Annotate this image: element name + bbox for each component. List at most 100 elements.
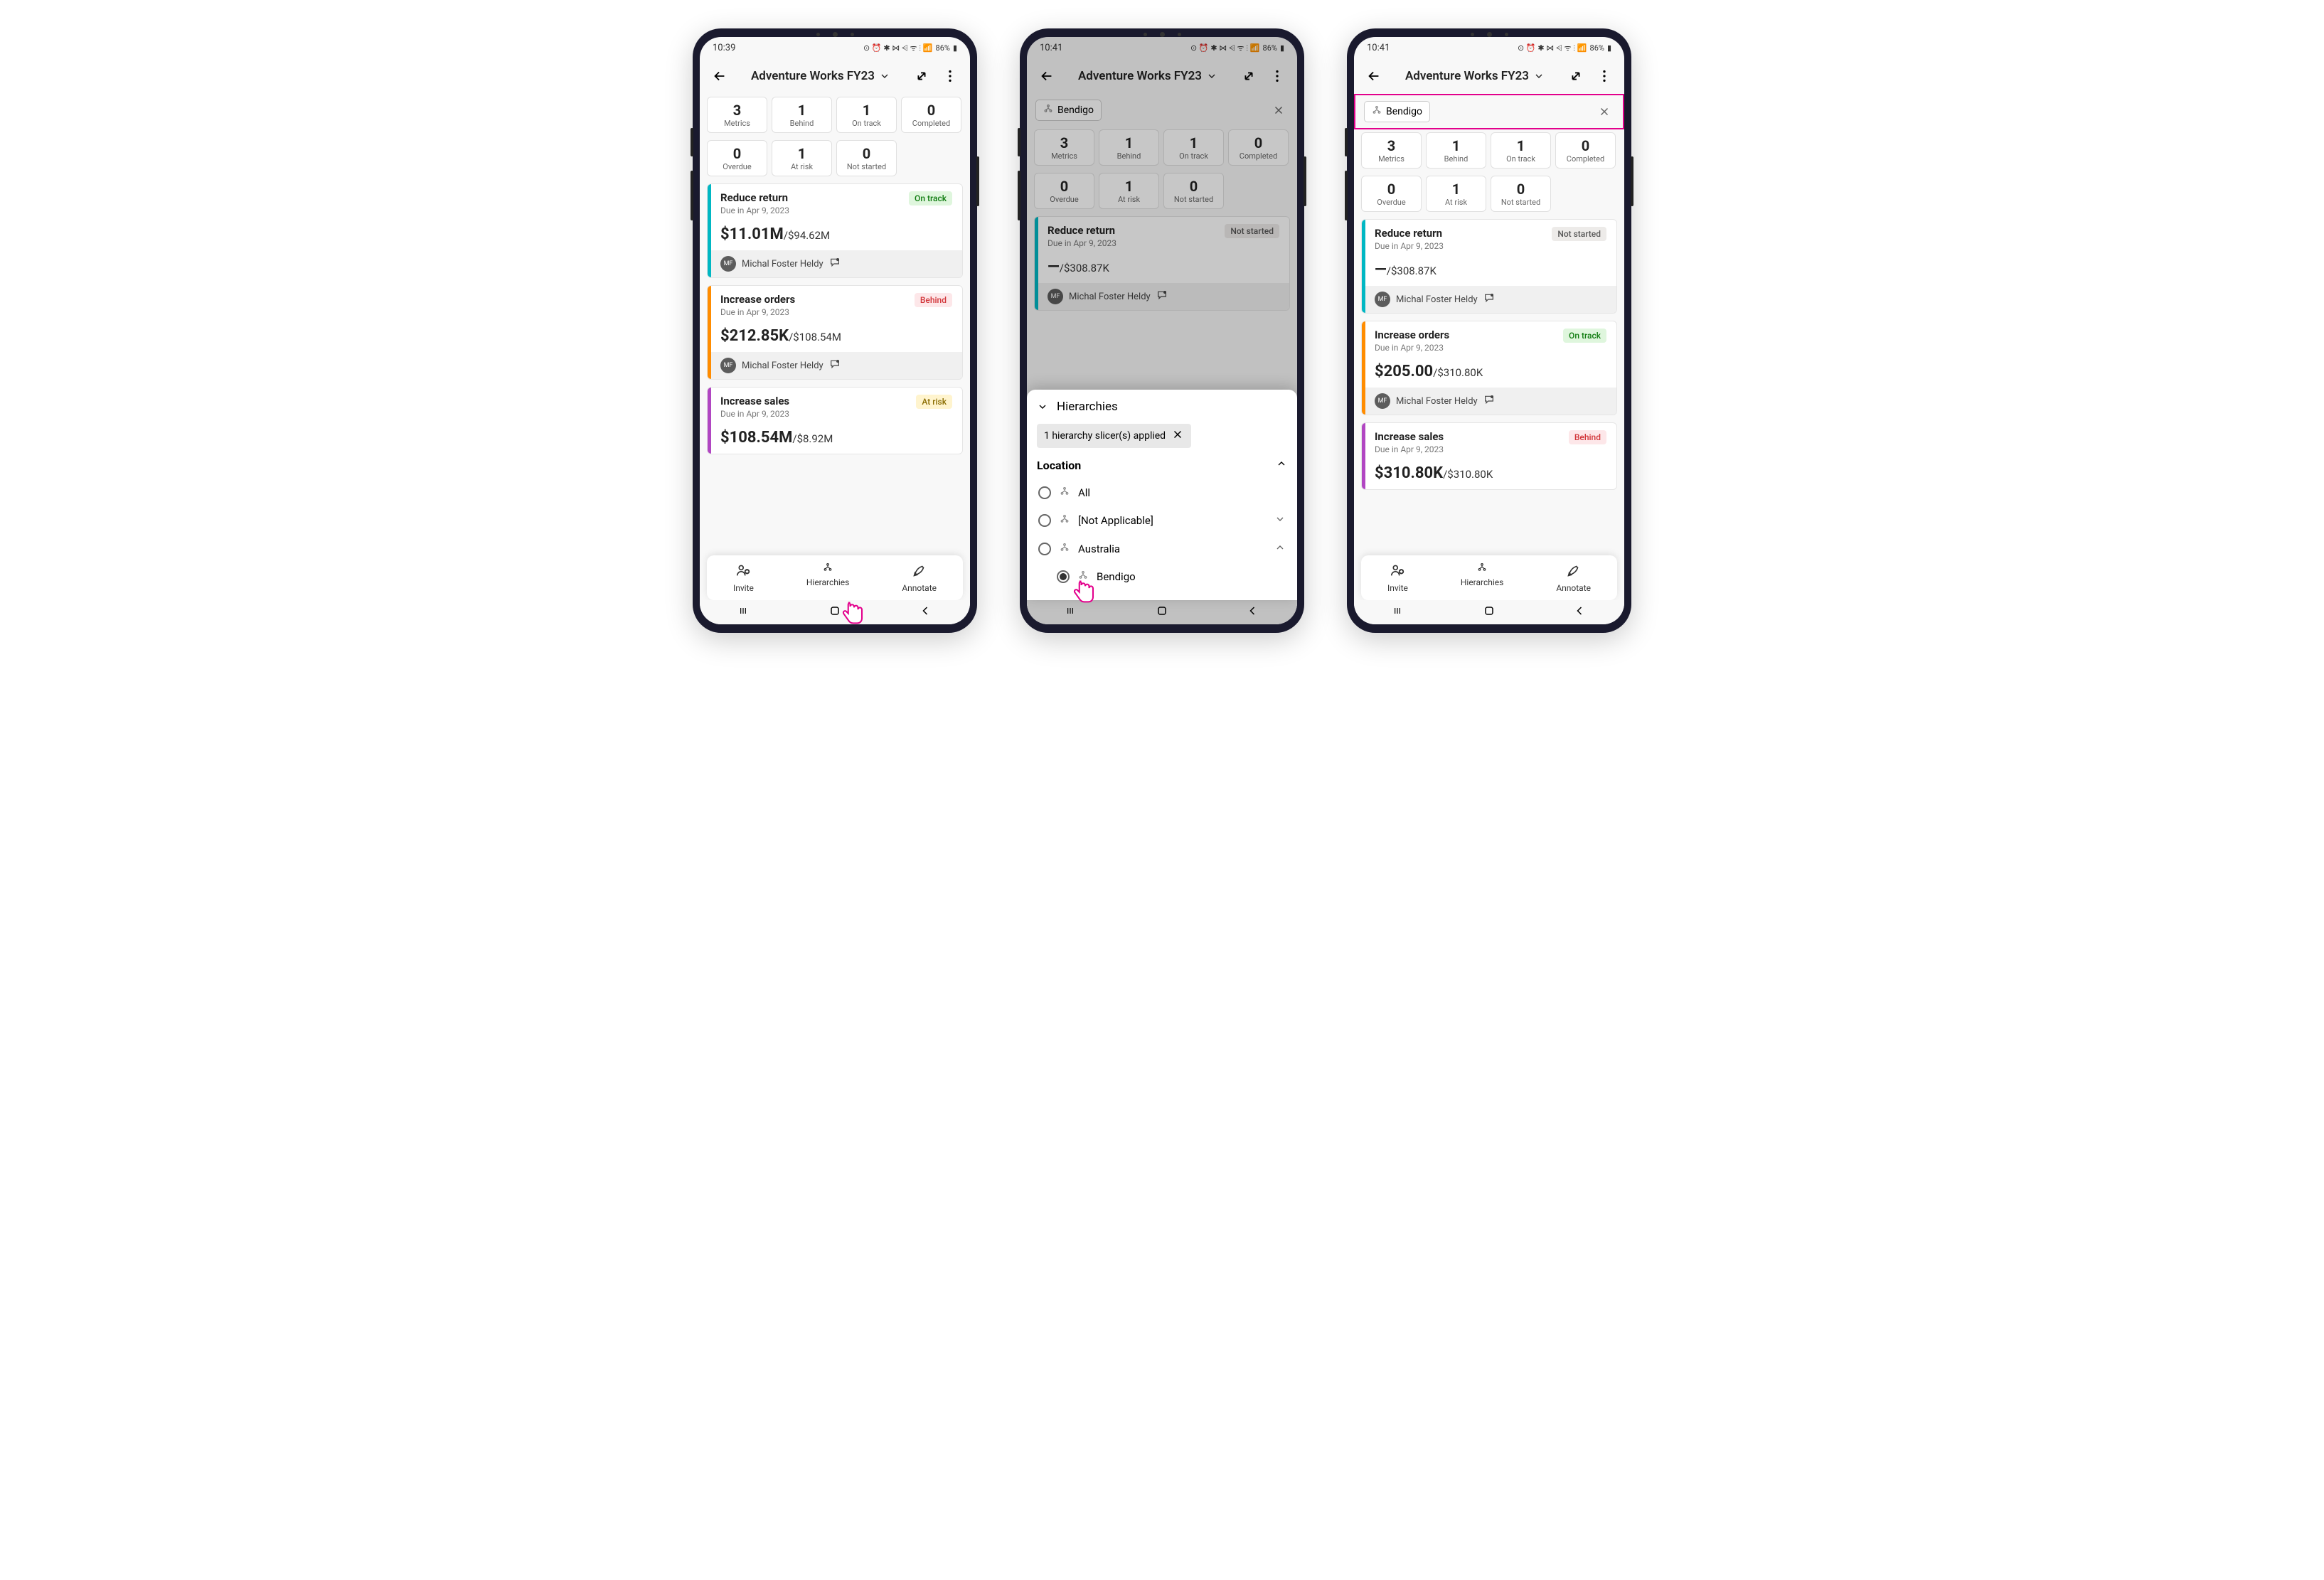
android-nav-bar: [700, 600, 970, 624]
nav-home-button[interactable]: [1482, 604, 1496, 621]
more-button[interactable]: [1594, 66, 1614, 86]
hierarchy-icon: [823, 562, 833, 575]
metric-card[interactable]: Increase sales Due in Apr 9, 2023 Behind…: [1361, 422, 1617, 490]
stat-card[interactable]: 1 At risk: [1426, 176, 1486, 212]
comment-icon[interactable]: [1483, 394, 1495, 408]
status-stripe: [1362, 423, 1365, 489]
metric-card[interactable]: Increase orders Due in Apr 9, 2023 On tr…: [1361, 321, 1617, 415]
stat-label: On track: [1494, 154, 1547, 164]
content-area: 3 Metrics1 Behind1 On track0 Completed0 …: [1354, 129, 1624, 624]
bottom-action-bar: Invite Hierarchies Annotate: [707, 555, 963, 600]
annotate-icon: [1566, 562, 1582, 580]
filter-chip[interactable]: Bendigo: [1364, 101, 1430, 122]
clear-filter-button[interactable]: [1594, 102, 1614, 122]
stat-card[interactable]: 1 On track: [1491, 132, 1551, 169]
stat-card[interactable]: 1 On track: [836, 97, 897, 133]
stat-card[interactable]: 0 Not started: [836, 140, 897, 176]
expand-button[interactable]: [1566, 66, 1586, 86]
stat-number: 0: [710, 145, 764, 162]
hierarchies-sheet: Hierarchies 1 hierarchy slicer(s) applie…: [1027, 390, 1297, 600]
hierarchies-button[interactable]: Hierarchies: [1461, 562, 1504, 593]
nav-back-button[interactable]: [1572, 604, 1587, 621]
stat-number: 3: [1365, 137, 1418, 154]
stat-number: 0: [840, 145, 893, 162]
metric-title: Increase sales: [1375, 430, 1444, 443]
stat-label: On track: [840, 119, 893, 128]
stat-number: 1: [1429, 137, 1483, 154]
metric-title: Reduce return: [1375, 227, 1444, 240]
radio-button[interactable]: [1038, 514, 1051, 527]
more-button[interactable]: [940, 66, 960, 86]
metric-value: $11.01M/$94.62M: [720, 225, 952, 243]
stat-card[interactable]: 1 Behind: [772, 97, 832, 133]
expand-button[interactable]: [912, 66, 932, 86]
avatar: MF: [1375, 393, 1390, 409]
stat-number: 0: [905, 102, 958, 119]
chevron-up-icon[interactable]: [1274, 542, 1286, 556]
status-icons: ⊙ ⏰ ✱ ⋈ ⩤ ᯤ ⫶ 📶 86% ▮: [1518, 43, 1611, 53]
nav-back-button[interactable]: [918, 604, 932, 621]
comment-icon[interactable]: [1483, 292, 1495, 306]
radio-button[interactable]: [1038, 543, 1051, 555]
invite-button[interactable]: Invite: [1387, 562, 1408, 593]
stat-card[interactable]: 0 Overdue: [1361, 176, 1422, 212]
sheet-header[interactable]: Hierarchies: [1037, 400, 1287, 414]
back-button[interactable]: [710, 66, 730, 86]
metric-footer: MF Michal Foster Heldy: [708, 352, 962, 379]
nav-home-button[interactable]: [828, 604, 842, 621]
radio-button[interactable]: [1038, 486, 1051, 499]
metric-due: Due in Apr 9, 2023: [1375, 444, 1444, 454]
metric-title: Increase orders: [1375, 329, 1449, 341]
hierarchy-option[interactable]: All: [1037, 479, 1287, 506]
status-stripe: [708, 286, 711, 379]
hierarchy-icon: [1372, 105, 1382, 118]
close-icon[interactable]: [1171, 428, 1184, 444]
comment-icon[interactable]: [829, 358, 841, 373]
invite-button[interactable]: Invite: [733, 562, 754, 593]
status-badge: At risk: [916, 395, 952, 409]
stat-card[interactable]: 0 Completed: [901, 97, 961, 133]
metric-footer: MF Michal Foster Heldy: [1362, 388, 1616, 415]
hierarchy-option[interactable]: Australia: [1037, 535, 1287, 563]
stat-card[interactable]: 1 At risk: [772, 140, 832, 176]
annotate-button[interactable]: Annotate: [1556, 562, 1591, 593]
status-time: 10:41: [1367, 43, 1390, 53]
hierarchy-option[interactable]: [Not Applicable]: [1037, 506, 1287, 535]
metric-card[interactable]: Increase orders Due in Apr 9, 2023 Behin…: [707, 285, 963, 380]
page-title[interactable]: Adventure Works FY23: [1392, 69, 1557, 83]
status-badge: On track: [909, 191, 952, 205]
status-time: 10:39: [713, 43, 735, 53]
metric-card[interactable]: Reduce return Due in Apr 9, 2023 Not sta…: [1361, 219, 1617, 314]
comment-icon[interactable]: [829, 257, 841, 271]
metric-card[interactable]: Reduce return Due in Apr 9, 2023 On trac…: [707, 183, 963, 278]
page-title[interactable]: Adventure Works FY23: [738, 69, 903, 83]
stat-card[interactable]: 0 Not started: [1491, 176, 1551, 212]
stat-number: 1: [1494, 137, 1547, 154]
stat-card[interactable]: 3 Metrics: [707, 97, 767, 133]
nav-recent-button[interactable]: [1392, 605, 1406, 619]
hierarchy-icon: [1060, 486, 1070, 499]
hierarchy-option[interactable]: Bendigo: [1037, 563, 1287, 590]
annotate-button[interactable]: Annotate: [902, 562, 937, 593]
chevron-down-icon[interactable]: [1274, 513, 1286, 528]
stat-card[interactable]: 1 Behind: [1426, 132, 1486, 169]
hierarchy-icon: [1078, 570, 1088, 583]
status-stripe: [708, 388, 711, 454]
status-bar: 10:39 ⊙ ⏰ ✱ ⋈ ⩤ ᯤ ⫶ 📶 86% ▮: [700, 37, 970, 58]
metric-card[interactable]: Increase sales Due in Apr 9, 2023 At ris…: [707, 387, 963, 454]
group-header[interactable]: Location: [1037, 458, 1287, 472]
status-badge: Behind: [915, 293, 952, 307]
hierarchies-button[interactable]: Hierarchies: [806, 562, 850, 593]
bottom-label: Hierarchies: [806, 577, 850, 587]
stat-card[interactable]: 0 Completed: [1555, 132, 1616, 169]
back-button[interactable]: [1364, 66, 1384, 86]
nav-recent-button[interactable]: [737, 605, 752, 619]
status-badge: Behind: [1569, 430, 1606, 444]
stat-card[interactable]: 0 Overdue: [707, 140, 767, 176]
status-stripe: [708, 184, 711, 277]
metric-value: $212.85K/$108.54M: [720, 327, 952, 345]
radio-button[interactable]: [1057, 570, 1070, 583]
stat-number: 1: [840, 102, 893, 119]
stat-card[interactable]: 3 Metrics: [1361, 132, 1422, 169]
slicer-applied-chip[interactable]: 1 hierarchy slicer(s) applied: [1037, 424, 1191, 448]
